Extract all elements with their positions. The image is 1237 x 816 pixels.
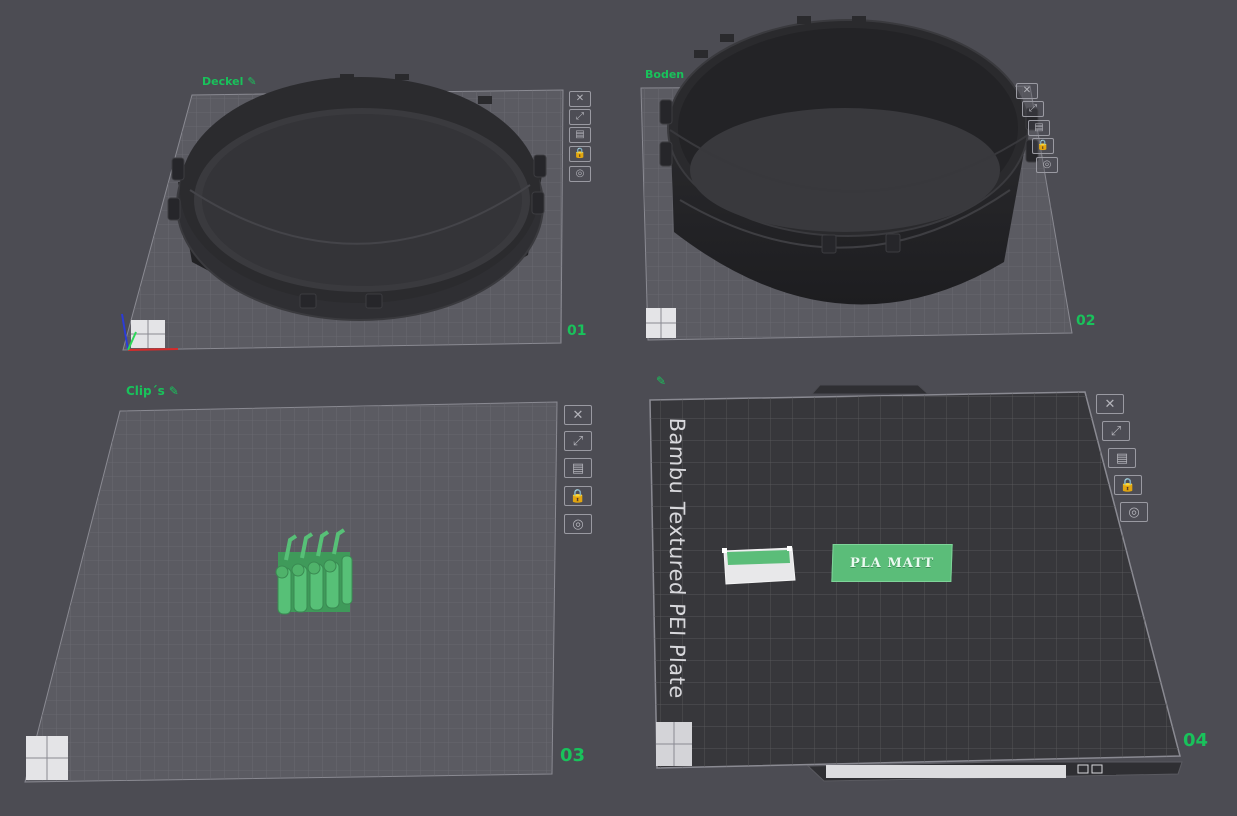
plate-name-02[interactable]: Boden [645,68,684,81]
arrange-plate-icon[interactable]: ⤢ [569,109,591,125]
edit-pencil-icon[interactable]: ✎ [247,75,256,88]
lock-plate-icon[interactable]: 🔒 [1032,138,1054,154]
lock-plate-icon[interactable]: 🔒 [564,486,592,506]
delete-plate-icon[interactable]: ✕ [1096,394,1124,414]
plate-number-02: 02 [1076,313,1096,329]
plate-name-04[interactable]: ✎ [656,374,666,388]
plate-settings-icon[interactable]: ◎ [569,166,591,182]
plate-settings-icon[interactable]: ◎ [564,514,592,534]
plate-settings-icon[interactable]: ◎ [1036,157,1058,173]
plate-settings-icon[interactable]: ◎ [1120,502,1148,522]
plate-info-strip [826,765,1066,778]
filament-badge-model[interactable]: PLA MATT [831,544,953,582]
plate-name-03[interactable]: Clip´s ✎ [126,384,179,398]
bed-type-label: Bambu Textured PEI Plate [665,417,689,700]
plate-number-01: 01 [567,323,587,339]
plate-03[interactable] [24,401,558,783]
plate-02[interactable] [640,16,1073,341]
arrange-plate-icon[interactable]: ⤢ [564,431,592,451]
plate-name-01[interactable]: Deckel ✎ [202,75,257,88]
plate-name-text: Clip´s [126,384,165,398]
lock-plate-icon[interactable]: 🔒 [1114,475,1142,495]
plate-name-text: Deckel [202,75,244,88]
edit-pencil-icon[interactable]: ✎ [169,384,179,398]
model-filament-tag[interactable] [722,546,796,585]
arrange-plate-icon[interactable]: ⤢ [1102,421,1130,441]
delete-plate-icon[interactable]: ✕ [1016,83,1038,99]
orient-plate-icon[interactable]: ▤ [1108,448,1136,468]
delete-plate-icon[interactable]: ✕ [569,91,591,107]
plate-04[interactable] [649,384,1183,782]
plate-name-text: Boden [645,68,685,81]
orient-plate-icon[interactable]: ▤ [1028,120,1050,136]
plate-number-04: 04 [1183,730,1209,751]
lock-plate-icon[interactable]: 🔒 [569,146,591,162]
arrange-plate-icon[interactable]: ⤢ [1022,101,1044,117]
delete-plate-icon[interactable]: ✕ [564,405,592,425]
orient-plate-icon[interactable]: ▤ [564,458,592,478]
plate-01[interactable] [121,74,564,351]
build-plate-scene[interactable] [0,0,1237,816]
plate-number-03: 03 [560,745,586,766]
edit-pencil-icon[interactable]: ✎ [656,374,666,388]
orient-plate-icon[interactable]: ▤ [569,127,591,143]
